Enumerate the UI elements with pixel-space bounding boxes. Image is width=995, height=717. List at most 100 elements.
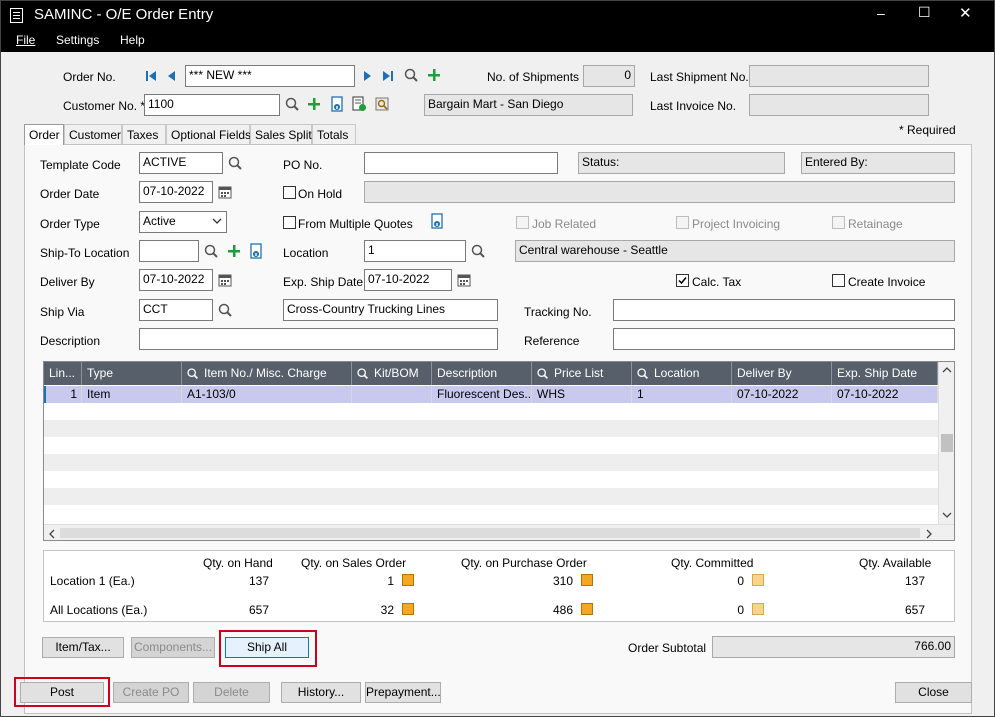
description-input[interactable] (139, 328, 498, 350)
all-purchase-order-drilldown-icon[interactable] (581, 603, 593, 615)
last-record-icon[interactable] (380, 68, 396, 84)
ship-to-finder-icon[interactable] (203, 243, 219, 259)
ship-to-input[interactable] (139, 240, 199, 262)
location-input[interactable]: 1 (364, 240, 466, 262)
col-price-list[interactable]: Price List (532, 362, 632, 385)
customer-name: Bargain Mart - San Diego (424, 94, 633, 116)
post-button[interactable]: Post (20, 682, 104, 703)
order-date-calendar-icon[interactable] (217, 184, 233, 200)
col-kit-bom[interactable]: Kit/BOM (352, 362, 432, 385)
col-item-no-label: Item No./ Misc. Charge (204, 366, 327, 380)
order-subtotal-label: Order Subtotal (628, 641, 707, 655)
sales-order-drilldown-icon[interactable] (402, 574, 414, 586)
tab-sales-split[interactable]: Sales Split (250, 124, 312, 144)
ship-via-description[interactable]: Cross-Country Trucking Lines (283, 299, 498, 321)
template-code-input[interactable]: ACTIVE (139, 152, 223, 174)
template-code-label: Template Code (40, 158, 121, 172)
from-quotes-checkbox[interactable] (283, 216, 296, 229)
customer-finder-icon[interactable] (284, 96, 300, 112)
new-order-icon[interactable] (426, 67, 442, 83)
exp-ship-calendar-icon[interactable] (456, 272, 472, 288)
ship-via-input[interactable]: CCT (139, 299, 213, 321)
cell-location: 1 (632, 386, 732, 403)
menu-help[interactable]: Help (120, 33, 145, 47)
committed-drilldown-icon[interactable] (752, 574, 764, 586)
on-hold-checkbox[interactable] (283, 186, 296, 199)
search-icon (637, 368, 648, 379)
search-icon (537, 368, 548, 379)
history-button[interactable]: History... (281, 682, 361, 703)
ship-to-label: Ship-To Location (40, 246, 130, 260)
close-button[interactable]: Close (895, 682, 972, 703)
tab-customer[interactable]: Customer (64, 124, 122, 144)
empty-row (44, 505, 938, 522)
cell-description: Fluorescent Des... (432, 386, 532, 403)
deliver-by-input[interactable]: 07-10-2022 (139, 269, 213, 291)
col-line[interactable]: Lin... (44, 362, 82, 385)
tab-order[interactable]: Order (24, 124, 64, 145)
prepayment-button[interactable]: Prepayment... (365, 682, 441, 703)
order-date-input[interactable]: 07-10-2022 (139, 181, 213, 203)
reference-input[interactable] (613, 328, 955, 350)
purchase-order-drilldown-icon[interactable] (581, 574, 593, 586)
customer-info-icon[interactable] (329, 96, 345, 112)
col-exp-ship-date[interactable]: Exp. Ship Date (832, 362, 938, 385)
customer-no-input[interactable]: 1100 (144, 94, 280, 116)
po-no-label: PO No. (283, 158, 323, 172)
maximize-button[interactable]: ☐ (918, 4, 931, 21)
scroll-up-icon[interactable] (942, 366, 952, 373)
first-record-icon[interactable] (143, 68, 159, 84)
menu-settings[interactable]: Settings (56, 33, 99, 47)
order-type-select[interactable]: Active (139, 211, 227, 233)
deliver-by-calendar-icon[interactable] (217, 272, 233, 288)
location-finder-icon[interactable] (470, 243, 486, 259)
location-on-sales-order: 1 (387, 574, 394, 588)
menu-file[interactable]: File (16, 33, 35, 47)
item-tax-button[interactable]: Item/Tax... (42, 637, 124, 658)
tab-optional-fields[interactable]: Optional Fields (166, 124, 251, 144)
ship-all-button[interactable]: Ship All (225, 637, 309, 658)
next-record-icon[interactable] (359, 68, 375, 84)
col-kit-bom-label: Kit/BOM (374, 366, 419, 380)
add-customer-icon[interactable] (306, 96, 322, 112)
all-committed-drilldown-icon[interactable] (752, 603, 764, 615)
scroll-left-icon[interactable] (48, 529, 55, 539)
col-description[interactable]: Description (432, 362, 532, 385)
tracking-input[interactable] (613, 299, 955, 321)
detail-grid[interactable]: Lin... Type Item No./ Misc. Charge Kit/B… (43, 361, 955, 541)
tab-totals[interactable]: Totals (312, 124, 356, 144)
col-item-no[interactable]: Item No./ Misc. Charge (182, 362, 352, 385)
empty-row (44, 454, 938, 471)
order-no-input[interactable]: *** NEW *** (185, 65, 355, 87)
col-deliver-by[interactable]: Deliver By (732, 362, 832, 385)
minimize-button[interactable]: – (877, 5, 885, 21)
all-sales-order-drilldown-icon[interactable] (402, 603, 414, 615)
exp-ship-input[interactable]: 07-10-2022 (364, 269, 452, 291)
create-invoice-checkbox[interactable] (832, 274, 845, 287)
po-no-input[interactable] (364, 152, 558, 174)
add-ship-to-icon[interactable] (226, 243, 242, 259)
table-row[interactable]: 1 Item A1-103/0 Fluorescent Des... WHS 1… (44, 386, 938, 403)
col-location[interactable]: Location (632, 362, 732, 385)
quotes-info-icon[interactable] (429, 213, 445, 229)
customer-activity-icon[interactable] (351, 96, 367, 112)
vertical-scrollbar[interactable] (938, 362, 954, 524)
qty-on-purchase-order-header: Qty. on Purchase Order (461, 556, 587, 570)
required-note: * Required (899, 123, 956, 137)
ship-via-finder-icon[interactable] (217, 302, 233, 318)
calc-tax-checkbox[interactable] (676, 274, 689, 287)
scroll-right-icon[interactable] (926, 529, 933, 539)
customer-zoom-icon[interactable] (374, 96, 390, 112)
h-scroll-thumb[interactable] (60, 528, 920, 538)
scroll-down-icon[interactable] (942, 512, 952, 519)
order-finder-icon[interactable] (403, 67, 419, 83)
horizontal-scrollbar[interactable] (44, 524, 954, 540)
close-window-button[interactable]: ✕ (959, 4, 972, 22)
tab-taxes[interactable]: Taxes (122, 124, 166, 144)
empty-row (44, 420, 938, 437)
previous-record-icon[interactable] (164, 68, 180, 84)
ship-to-info-icon[interactable] (248, 243, 264, 259)
scroll-thumb[interactable] (941, 434, 953, 452)
col-type[interactable]: Type (82, 362, 182, 385)
template-finder-icon[interactable] (227, 155, 243, 171)
